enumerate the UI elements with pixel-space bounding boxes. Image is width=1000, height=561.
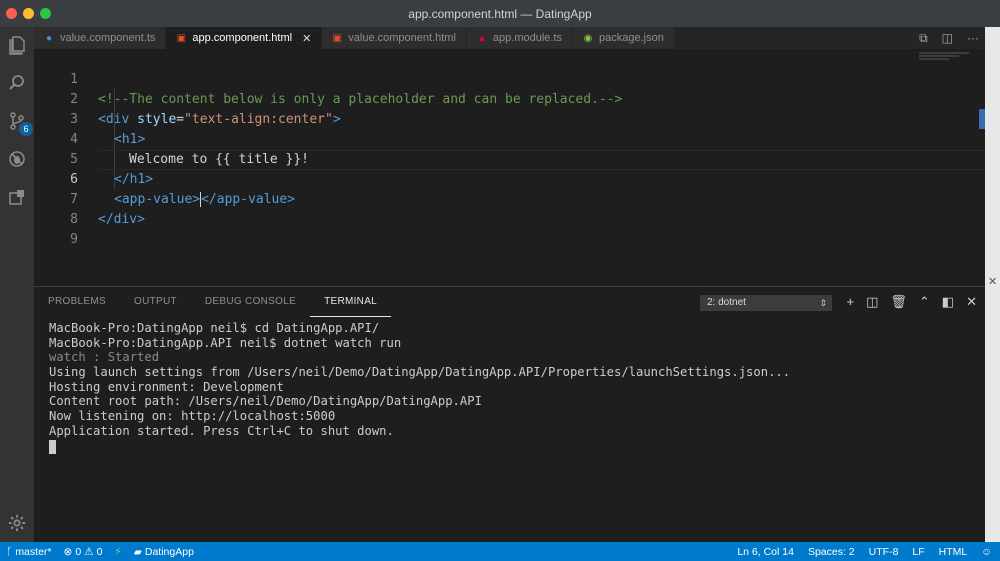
lightning-icon[interactable]: ⚡ [114, 546, 121, 558]
terminal-cursor [49, 439, 56, 454]
terminal-line: watch : Started [49, 350, 160, 365]
indentation[interactable]: Spaces: 2 [808, 546, 855, 558]
terminal-line: MacBook-Pro:DatingApp neil$ cd DatingApp… [49, 321, 380, 335]
project-indicator[interactable]: ▰ DatingApp [134, 546, 194, 558]
window-controls [6, 8, 51, 19]
tab-value-component-html[interactable]: ▣ value.component.html [322, 27, 467, 49]
tab-problems[interactable]: PROBLEMS [34, 287, 120, 317]
tab-label: package.json [599, 32, 664, 44]
branch-name: master* [15, 545, 52, 558]
terminal-line: Using launch settings from /Users/neil/D… [49, 365, 791, 380]
typescript-icon: ● [45, 32, 53, 44]
source-control-icon[interactable]: 6 [5, 109, 33, 136]
chevron-updown-icon: ⇕ [819, 298, 827, 308]
new-terminal-icon[interactable]: + [846, 294, 854, 310]
terminal-select-value: 2: dotnet [707, 297, 746, 308]
close-icon[interactable]: ✕ [302, 32, 311, 45]
tab-app-module-ts[interactable]: ▲ app.module.ts [466, 27, 574, 49]
split-terminal-icon[interactable]: ◫ [866, 294, 878, 310]
activity-bar: 6 [0, 27, 34, 542]
maximize-window-button[interactable] [40, 8, 51, 19]
debug-icon[interactable] [5, 147, 29, 171]
scm-badge: 6 [19, 122, 33, 136]
tab-output[interactable]: OUTPUT [120, 287, 191, 317]
code-editor[interactable]: 1 <!--The content below is only a placeh… [34, 49, 985, 286]
background-window-edge: ✕ [985, 27, 1000, 542]
tab-label: value.component.html [348, 32, 456, 44]
folder-icon: ▰ [133, 545, 142, 558]
terminal-line: Content root path: /Users/neil/Demo/Dati… [49, 394, 482, 409]
window-title: app.component.html — DatingApp [408, 6, 592, 21]
problems-indicator[interactable]: ⊗ 0 ⚠ 0 [64, 546, 103, 558]
html5-icon: ▣ [332, 32, 342, 44]
tab-label: app.module.ts [492, 32, 563, 44]
terminal-line: MacBook-Pro:DatingApp.API neil$ dotnet w… [49, 335, 402, 350]
error-count: 0 [75, 545, 82, 558]
panel-actions: + ◫ 🗑 ⌃ ◧ ✕ [846, 294, 977, 310]
tab-terminal[interactable]: TERMINAL [310, 287, 392, 317]
line-ending[interactable]: LF [912, 546, 924, 558]
project-name: DatingApp [144, 545, 194, 558]
terminal-line: Now listening on: http://localhost:5000 [49, 409, 336, 424]
tab-package-json[interactable]: ◉ package.json [573, 27, 675, 49]
open-changes-icon[interactable]: ⧉ [919, 31, 928, 46]
title-bar: app.component.html — DatingApp [0, 0, 1000, 27]
feedback-smiley-icon[interactable]: ☺ [981, 546, 992, 558]
html5-icon: ▣ [176, 32, 187, 44]
tab-debug-console[interactable]: DEBUG CONSOLE [191, 287, 310, 317]
angular-icon: ▲ [476, 32, 487, 44]
npm-icon: ◉ [583, 32, 593, 44]
error-icon: ⊗ [63, 545, 73, 558]
terminal-line: Hosting environment: Development [49, 379, 284, 394]
close-icon: ✕ [988, 276, 998, 288]
settings-gear-icon[interactable] [5, 511, 29, 535]
minimize-window-button[interactable] [23, 8, 34, 19]
search-icon[interactable] [5, 71, 29, 95]
cursor-position[interactable]: Ln 6, Col 14 [737, 546, 794, 558]
encoding[interactable]: UTF-8 [869, 546, 899, 558]
bottom-panel: PROBLEMS OUTPUT DEBUG CONSOLE TERMINAL 2… [34, 286, 985, 542]
more-actions-icon[interactable]: ··· [967, 31, 979, 45]
warning-icon: ⚠ [84, 545, 94, 558]
terminal-output[interactable]: MacBook-Pro:DatingApp neil$ cd DatingApp… [49, 321, 790, 454]
extensions-icon[interactable] [5, 185, 29, 209]
panel-tabs: PROBLEMS OUTPUT DEBUG CONSOLE TERMINAL [34, 287, 392, 317]
close-window-button[interactable] [6, 8, 17, 19]
close-panel-icon[interactable]: ✕ [966, 294, 977, 310]
tab-label: value.component.ts [60, 32, 156, 44]
minimap[interactable] [919, 51, 979, 81]
language-mode[interactable]: HTML [939, 546, 968, 558]
chevron-up-icon[interactable]: ⌃ [919, 294, 930, 310]
terminal-line: Application started. Press Ctrl+C to shu… [49, 423, 394, 438]
status-bar: ᚴ master* ⊗ 0 ⚠ 0 ⚡ ▰ DatingApp Ln 6, Co… [0, 542, 1000, 561]
branch-indicator[interactable]: ᚴ master* [6, 546, 52, 558]
terminal-select[interactable]: 2: dotnet ⇕ [700, 295, 832, 311]
maximize-panel-icon[interactable]: ◧ [942, 294, 954, 310]
tab-label: app.component.html [192, 32, 293, 44]
tab-app-component-html[interactable]: ▣ app.component.html ✕ [166, 27, 323, 49]
warning-count: 0 [96, 545, 103, 558]
editor-tabs: ● value.component.ts ▣ app.component.htm… [34, 27, 985, 49]
git-branch-icon: ᚴ [6, 545, 13, 558]
trash-icon[interactable]: 🗑 [890, 294, 907, 310]
split-editor-icon[interactable]: ◫ [942, 31, 953, 45]
tab-value-component-ts[interactable]: ● value.component.ts [34, 27, 167, 49]
tab-actions: ⧉ ◫ ··· [919, 27, 979, 49]
explorer-icon[interactable] [5, 33, 29, 57]
line-number: 9 [70, 232, 78, 247]
